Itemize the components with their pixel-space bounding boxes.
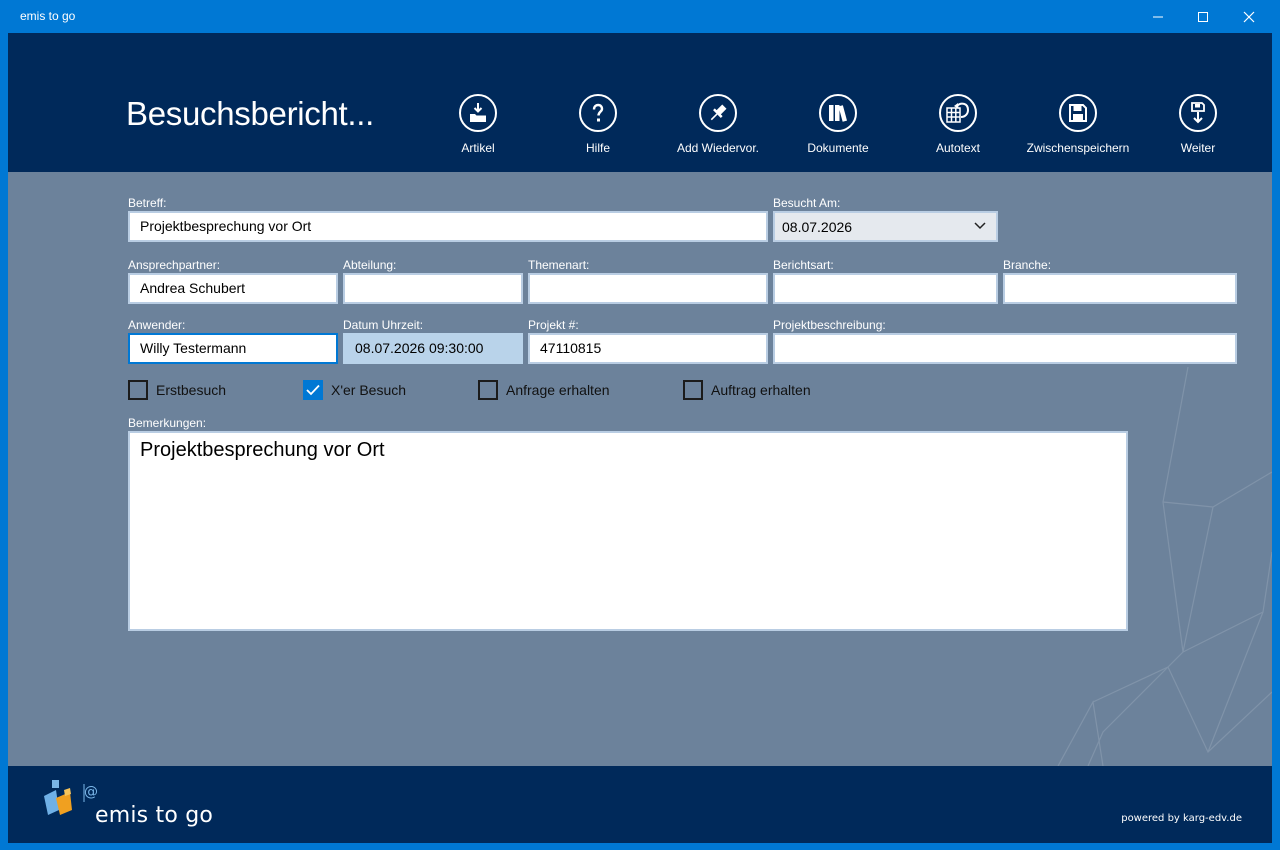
autotext-label: Autotext [935,141,981,155]
add-wiedervor-button[interactable]: Add Wiedervor. [658,94,778,155]
minimize-icon [1153,16,1163,17]
besucht-am-label: Besucht Am: [773,196,841,210]
datum-uhrzeit-field: 08.07.2026 09:30:00 [343,333,523,364]
auftrag-erhalten-checkbox[interactable]: Auftrag erhalten [683,380,811,400]
checkbox-box[interactable] [683,380,703,400]
hilfe-button[interactable]: Hilfe [538,94,658,155]
betreff-input[interactable]: Projektbesprechung vor Ort [128,211,768,242]
zwischenspeichern-button[interactable]: Zwischenspeichern [1018,94,1138,155]
add-wiedervor-label: Add Wiedervor. [676,141,760,155]
save-icon [1069,104,1087,122]
projektbeschreibung-input[interactable] [773,333,1237,364]
close-button[interactable] [1226,0,1272,33]
xer-besuch-label: X'er Besuch [331,382,407,398]
dokumente-button[interactable]: Dokumente [778,94,898,155]
app-window: emis to go Besuchsbericht... Artikel Hil… [0,0,1280,850]
datum-uhrzeit-label: Datum Uhrzeit: [343,318,424,332]
branche-input[interactable] [1003,273,1237,304]
betreff-label: Betreff: [128,196,167,210]
maximize-button[interactable] [1180,0,1226,33]
artikel-download-icon [470,103,486,122]
themenart-input[interactable] [528,273,768,304]
title-bar: emis to go [0,0,1280,33]
besucht-am-datepicker[interactable]: 08.07.2026 [773,211,998,242]
save-next-icon [1191,102,1205,124]
checkbox-box[interactable] [303,380,323,400]
minimize-button[interactable] [1135,0,1181,33]
besucht-am-value: 08.07.2026 [782,219,853,235]
zwischenspeichern-label: Zwischenspeichern [1026,141,1130,155]
weiter-button[interactable]: Weiter [1138,94,1258,155]
chevron-down-icon [974,222,986,230]
powered-by-text: powered by karg-edv.de [1121,813,1242,824]
branche-label: Branche: [1003,258,1052,272]
anfrage-erhalten-checkbox[interactable]: Anfrage erhalten [478,380,610,400]
artikel-button[interactable]: Artikel [418,94,538,155]
svg-text:@: @ [84,784,98,800]
erstbesuch-label: Erstbesuch [156,382,227,398]
artikel-label: Artikel [461,141,495,155]
maximize-icon [1198,11,1208,22]
pin-icon [710,104,727,121]
bemerkungen-textarea[interactable]: Projektbesprechung vor Ort [128,431,1128,631]
anwender-input[interactable]: Willy Testermann [128,333,338,364]
checkbox-box[interactable] [128,380,148,400]
books-icon [829,105,847,122]
anfrage-erhalten-label: Anfrage erhalten [506,382,610,398]
close-icon [1243,11,1255,22]
projektbeschreibung-label: Projektbeschreibung: [773,318,886,332]
app-footer: @ emis to go powered by karg-edv.de [8,766,1272,843]
autotext-button[interactable]: Autotext [898,94,1018,155]
autotext-icon [946,102,970,123]
window-title: emis to go [20,9,76,23]
app-header: Besuchsbericht... Artikel Hilfe Add Wied… [8,33,1272,172]
abteilung-label: Abteilung: [343,258,397,272]
bemerkungen-label: Bemerkungen: [128,416,207,430]
checkbox-box[interactable] [478,380,498,400]
erstbesuch-checkbox[interactable]: Erstbesuch [128,380,226,400]
auftrag-erhalten-label: Auftrag erhalten [711,382,811,398]
help-icon [592,103,604,122]
logo-text: emis to go [95,803,214,828]
xer-besuch-checkbox[interactable]: X'er Besuch [303,380,406,400]
dokumente-label: Dokumente [807,141,869,155]
ansprechpartner-input[interactable]: Andrea Schubert [128,273,338,304]
anwender-label: Anwender: [128,318,186,332]
berichtsart-label: Berichtsart: [773,258,834,272]
app-client-area: Besuchsbericht... Artikel Hilfe Add Wied… [8,33,1272,843]
abteilung-input[interactable] [343,273,523,304]
page-title: Besuchsbericht... [126,95,375,132]
themenart-label: Themenart: [528,258,590,272]
projekt-nr-label: Projekt #: [528,318,579,332]
checkmark-icon [306,384,320,396]
weiter-label: Weiter [1180,141,1216,155]
ansprechpartner-label: Ansprechpartner: [128,258,221,272]
hilfe-label: Hilfe [585,141,610,155]
berichtsart-input[interactable] [773,273,998,304]
projekt-nr-input[interactable]: 47110815 [528,333,768,364]
